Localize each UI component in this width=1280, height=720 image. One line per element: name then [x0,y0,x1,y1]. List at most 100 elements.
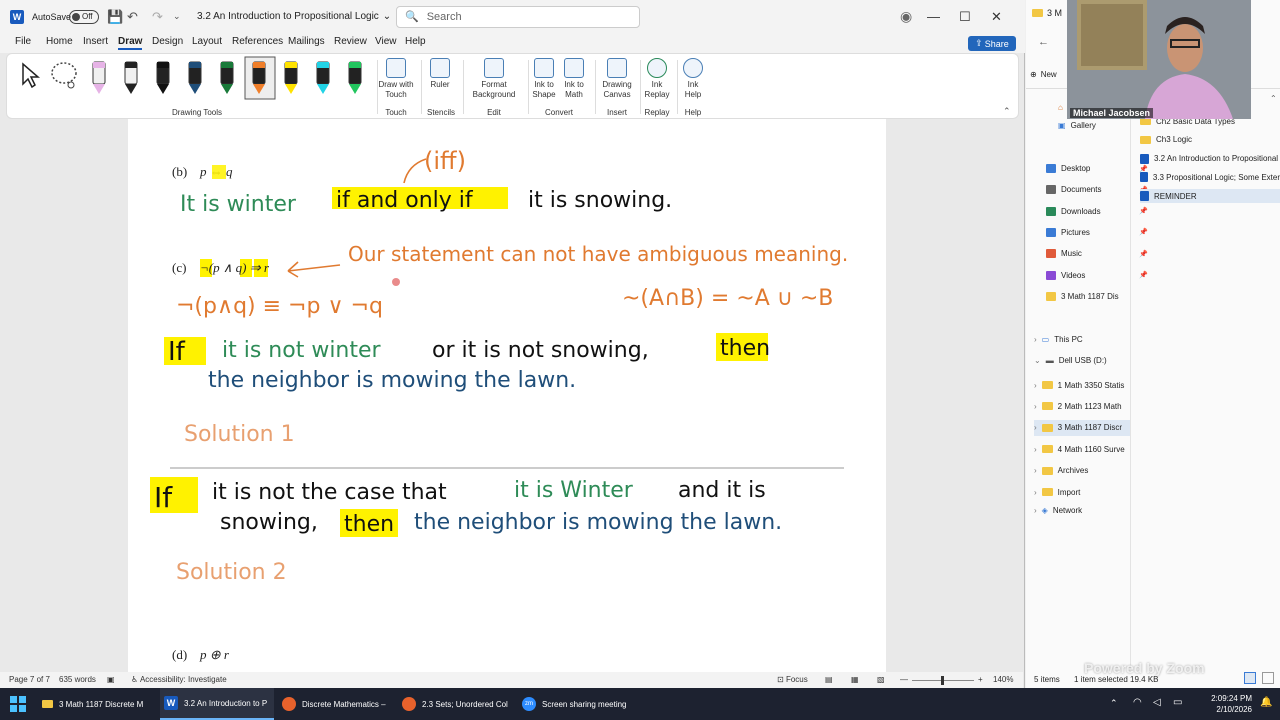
menu-view[interactable]: View [375,36,397,47]
taskbar-word[interactable]: W 3.2 An Introduction to P [160,688,274,720]
back-arrow-icon[interactable]: ← [1038,36,1049,48]
quick-access-item[interactable]: Downloads 📌 [1046,206,1148,216]
chevron-right-icon[interactable]: › [1034,466,1037,475]
page-count[interactable]: Page 7 of 7 [9,675,50,684]
quick-access-item[interactable]: Desktop 📌 [1046,164,1148,173]
redo-icon[interactable]: ↷ [152,0,163,33]
pin-icon[interactable]: 📌 [1139,228,1148,236]
focus-button[interactable]: ⊡ Focus [777,675,808,684]
explorer-tab[interactable]: 3 M [1032,8,1062,18]
menu-help[interactable]: Help [405,36,426,47]
drive-folder-item[interactable]: › Archives [1034,463,1130,479]
pin-icon[interactable]: 📌 [1139,250,1148,258]
battery-icon[interactable]: ▭ [1173,697,1182,708]
zoom-out-icon[interactable]: — [900,675,908,684]
pen-8[interactable] [316,61,330,94]
maximize-button[interactable]: ☐ [959,0,991,33]
tiles-view-icon[interactable] [1262,672,1274,684]
ruler-button[interactable]: Ruler [423,58,457,90]
details-view-icon[interactable] [1244,672,1256,684]
drive-item[interactable]: ⌄ ▬ Dell USB (D:) [1034,356,1107,365]
draw-with-touch-button[interactable]: Draw with Touch [375,58,417,100]
home-item[interactable]: ⌂ [1058,103,1063,112]
menu-home[interactable]: Home [46,36,73,47]
share-button[interactable]: ⇪ Share [968,36,1016,51]
pen-3[interactable] [156,61,170,94]
proofing-icon[interactable]: ▣ [107,675,115,684]
quick-access-item[interactable]: Videos 📌 [1046,270,1148,280]
print-layout-icon[interactable]: ▦ [851,675,859,684]
ink-to-math-button[interactable]: Ink to Math [560,58,588,100]
pen-6[interactable] [244,56,276,100]
this-pc-item[interactable]: › ▭ This PC [1034,335,1083,344]
file-item[interactable]: 3.3 Propositional Logic; Some Exter [1140,170,1280,184]
chevron-right-icon[interactable]: › [1034,445,1037,454]
menu-review[interactable]: Review [334,36,367,47]
account-icon[interactable]: ◉ [900,0,912,33]
file-item[interactable]: Ch3 Logic [1140,133,1280,147]
quick-access-item[interactable]: 3 Math 1187 Dis [1046,291,1119,301]
chevron-right-icon[interactable]: › [1034,402,1037,411]
lasso-select-icon[interactable] [49,60,79,90]
pen-9[interactable] [348,61,362,94]
volume-icon[interactable]: ◁ [1153,697,1161,708]
file-item[interactable]: 3.2 An Introduction to Propositional [1140,152,1280,166]
minimize-button[interactable]: — [927,0,959,33]
taskbar-firefox-2[interactable]: 2.3 Sets; Unordered Col [402,688,514,720]
menu-file[interactable]: File [15,36,31,47]
undo-icon[interactable]: ↶ [127,0,138,33]
pen-5[interactable] [220,61,234,94]
menu-references[interactable]: References [232,36,283,47]
pen-4[interactable] [188,61,202,94]
taskbar-zoom[interactable]: zm Screen sharing meeting [522,688,634,720]
web-layout-icon[interactable]: ▧ [877,675,885,684]
drawing-canvas-button[interactable]: Drawing Canvas [597,58,637,100]
pin-icon[interactable]: 📌 [1139,207,1148,215]
scroll-up-icon[interactable]: ⌃ [1270,94,1277,103]
document-title[interactable]: 3.2 An Introduction to Propositional Log… [197,0,391,33]
select-arrow-icon[interactable] [19,62,41,88]
close-button[interactable]: ✕ [991,0,1023,33]
menu-mailings[interactable]: Mailings [288,36,325,47]
pen-gallery[interactable] [85,56,375,102]
clock[interactable]: 2:09:24 PM 2/10/2026 [1200,693,1252,715]
pen-2[interactable] [124,61,138,94]
network-item[interactable]: › ◈ Network [1034,506,1082,515]
ink-replay-button[interactable]: Ink Replay [641,58,673,100]
chevron-right-icon[interactable]: › [1034,488,1037,497]
new-button[interactable]: ⊕ New [1030,70,1057,79]
save-icon[interactable]: 💾 [107,0,123,33]
quick-access-item[interactable]: Documents📌 [1046,185,1148,195]
pen-1[interactable] [92,61,106,94]
document-page[interactable]: (b) p ⇔ q (iff) It is winter if and only… [128,119,886,672]
menu-insert[interactable]: Insert [83,36,108,47]
drive-folder-item[interactable]: › 1 Math 3350 Statis [1034,377,1130,393]
format-background-button[interactable]: Format Background [465,58,523,100]
chevron-right-icon[interactable]: › [1034,423,1037,432]
taskbar-firefox-1[interactable]: Discrete Mathematics – [282,688,394,720]
drive-folder-item[interactable]: › 4 Math 1160 Surve [1034,441,1130,457]
ink-help-button[interactable]: Ink Help [679,58,707,100]
document-area[interactable]: (b) p ⇔ q (iff) It is winter if and only… [0,119,1023,672]
notifications-icon[interactable]: 🔔 [1260,697,1272,708]
gallery-item[interactable]: ▣ Gallery [1058,121,1096,130]
menu-design[interactable]: Design [152,36,183,47]
autosave-toggle[interactable]: Off [69,0,99,33]
start-button[interactable] [10,688,26,720]
drive-folder-item[interactable]: › Import [1034,484,1130,500]
word-count[interactable]: 635 words [59,675,96,684]
pen-7[interactable] [284,61,298,94]
quick-access-item[interactable]: Pictures 📌 [1046,227,1148,237]
drive-folder-item[interactable]: › 3 Math 1187 Discr [1034,419,1130,436]
wifi-icon[interactable]: ◠ [1133,697,1142,708]
quick-access-item[interactable]: Music 📌 [1046,249,1148,259]
taskbar-explorer[interactable]: 3 Math 1187 Discrete M [42,688,156,720]
drive-folder-item[interactable]: › 2 Math 1123 Math [1034,398,1130,414]
search-box[interactable]: 🔍 Search [396,0,640,33]
customize-qat-icon[interactable]: ⌄ [173,0,181,33]
chevron-right-icon[interactable]: › [1034,381,1037,390]
accessibility-status[interactable]: ♿ Accessibility: Investigate [131,675,227,684]
collapse-ribbon-icon[interactable]: ⌃ [1003,106,1011,117]
menu-layout[interactable]: Layout [192,36,222,47]
read-mode-icon[interactable]: ▤ [825,675,833,684]
